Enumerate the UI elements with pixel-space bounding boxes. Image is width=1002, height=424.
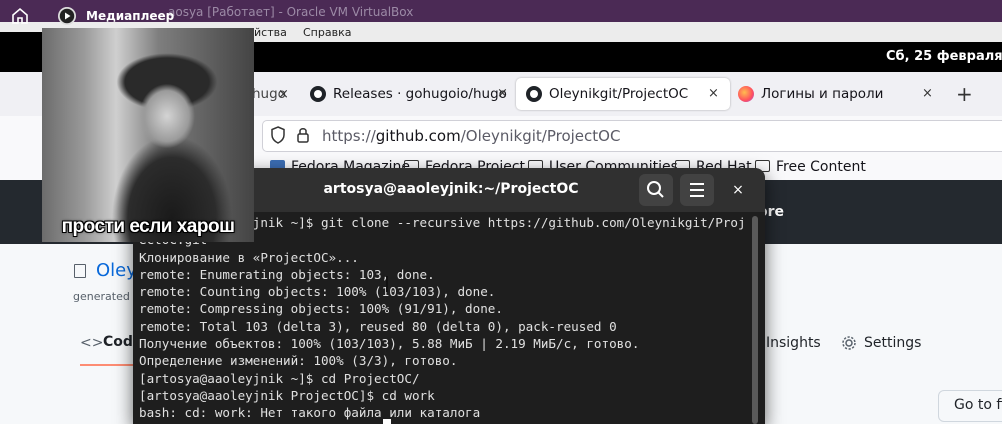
tab-releases-hugo[interactable]: Releases · gohugoio/hugo: [310, 78, 508, 110]
media-player-title: Медиаплеер: [86, 9, 175, 23]
repo-description: generated fr: [73, 290, 142, 303]
terminal-line: remote: Counting objects: 100% (103/103)…: [139, 284, 496, 300]
close-icon[interactable]: ×: [922, 86, 933, 101]
terminal-line: remote: Total 103 (delta 3), reused 80 (…: [139, 318, 617, 334]
url-text[interactable]: https://github.com/Oleynikgit/ProjectOC: [322, 127, 620, 145]
meme-image: [42, 28, 254, 242]
tab-insights[interactable]: Insights: [766, 335, 821, 351]
terminal-line: remote: Enumerating objects: 103, done.: [139, 266, 435, 282]
text-cursor-icon: [386, 276, 388, 292]
lock-icon[interactable]: [296, 126, 310, 148]
github-icon: [526, 86, 542, 102]
play-icon[interactable]: [58, 7, 76, 25]
firefox-icon: [738, 86, 754, 102]
tab-settings[interactable]: Settings: [864, 335, 921, 351]
bookmark-label: Free Content: [776, 159, 866, 175]
github-icon: [310, 86, 326, 102]
close-icon[interactable]: ×: [708, 86, 719, 101]
vbox-window-title: aosya [Работает] - Oracle VM VirtualBox: [168, 5, 414, 19]
tab-label: Releases · gohugoio/hugo: [333, 86, 507, 102]
url-scheme: https://: [322, 127, 376, 145]
terminal-title: artosya@aaoleyjnik:~/ProjectOC: [323, 181, 579, 197]
go-to-file-label: Go to fil: [954, 397, 1002, 413]
tab-label: Oleynikgit/ProjectOC: [549, 86, 689, 102]
tab-logins[interactable]: Логины и пароли: [738, 78, 938, 110]
vbox-menu-item-machine[interactable]: йства: [254, 26, 287, 39]
tab-hugo[interactable]: hugo ×: [252, 78, 302, 110]
active-tab-underline: [80, 364, 140, 366]
terminal-menu-button[interactable]: [680, 174, 714, 206]
terminal-output[interactable]: [artosya@aaoleyjnik ~]$ git clone --recu…: [139, 214, 749, 424]
terminal-search-button[interactable]: [639, 174, 673, 206]
terminal-line: bash: cd: work: Нет такого файла или кат…: [139, 405, 481, 421]
home-icon[interactable]: [10, 6, 30, 26]
bookmark-free-content[interactable]: Free Content: [755, 159, 866, 175]
close-icon[interactable]: ×: [497, 86, 508, 101]
url-domain: github.com: [375, 127, 461, 145]
terminal-close-button[interactable]: ×: [725, 177, 751, 203]
terminal-scrollbar[interactable]: [752, 216, 758, 424]
gnome-clock[interactable]: Сб, 25 февраля 1: [886, 49, 1002, 64]
repo-icon: [74, 264, 86, 278]
tab-projectoc[interactable]: Oleynikgit/ProjectOC: [516, 78, 730, 110]
meme-caption: прости если харош: [61, 216, 235, 237]
new-tab-button[interactable]: +: [956, 82, 973, 106]
terminal-line: Определение изменений: 100% (3/3), готов…: [139, 353, 458, 369]
url-path: /Oleynikgit/ProjectOC: [460, 127, 621, 145]
close-icon[interactable]: ×: [278, 87, 289, 102]
repo-name-link[interactable]: Oley: [96, 260, 137, 281]
terminal-line: remote: Compressing objects: 100% (91/91…: [139, 301, 503, 317]
gear-icon: [841, 335, 857, 355]
tracking-shield-icon[interactable]: [270, 126, 286, 148]
terminal-cursor: [383, 419, 391, 424]
terminal-line: Получение объектов: 100% (103/103), 5.88…: [139, 336, 640, 352]
tab-label: Логины и пароли: [761, 86, 884, 102]
hamburger-icon: [690, 183, 704, 197]
vbox-menu-item-help[interactable]: Справка: [303, 26, 351, 39]
terminal-line: [artosya@aaoleyjnik ~]$ cd ProjectOC/: [139, 370, 420, 386]
search-icon: [647, 181, 664, 198]
terminal-line: [artosya@aaoleyjnik ProjectOC]$ cd work: [139, 387, 435, 403]
terminal-line: Клонирование в «ProjectOC»...: [139, 249, 359, 265]
code-icon: <>: [80, 335, 104, 351]
